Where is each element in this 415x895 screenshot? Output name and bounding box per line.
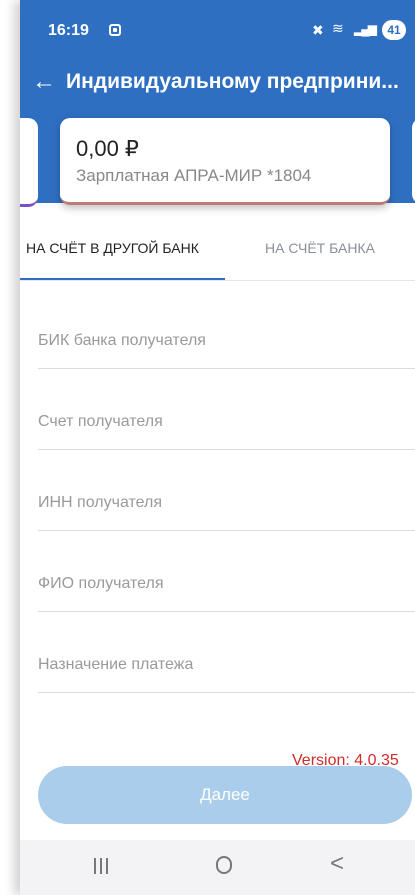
status-bar: 16:19 ✖ ≋ ▂▄▆ 41 <box>20 0 415 56</box>
account-number-field[interactable]: Счет получателя <box>38 401 415 450</box>
bik-field-label: БИК банка получателя <box>38 332 206 349</box>
recent-apps-icon[interactable] <box>94 858 108 874</box>
account-balance: 0,00 ₽ <box>76 136 139 161</box>
recipient-name-field-label: ФИО получателя <box>38 575 164 592</box>
home-icon[interactable] <box>216 856 232 874</box>
next-button[interactable]: Далее <box>38 766 412 824</box>
account-name: Зарплатная АПРА-МИР *1804 <box>76 166 312 185</box>
system-nav-bar: < <box>20 840 415 895</box>
inn-field[interactable]: ИНН получателя <box>38 482 415 531</box>
transfer-tabs: НА СЧЁТ В ДРУГОЙ БАНК НА СЧЁТ БАНКА <box>20 224 415 281</box>
status-time: 16:19 <box>48 22 89 39</box>
page-title: Индивидуальному предприни... <box>66 70 399 93</box>
tab-bank-account[interactable]: НА СЧЁТ БАНКА <box>265 240 375 256</box>
recipient-name-field[interactable]: ФИО получателя <box>38 563 415 612</box>
mute-icon: ✖ <box>312 22 324 38</box>
tab-other-bank[interactable]: НА СЧЁТ В ДРУГОЙ БАНК <box>26 240 199 256</box>
account-number-field-label: Счет получателя <box>38 413 163 430</box>
back-arrow-icon[interactable]: ← <box>32 68 56 96</box>
tab-divider <box>20 280 415 281</box>
account-card[interactable]: 0,00 ₽ Зарплатная АПРА-МИР *1804 <box>60 118 390 205</box>
account-card-previous[interactable] <box>20 118 38 207</box>
app-screen: 16:19 ✖ ≋ ▂▄▆ 41 ← Индивидуальному предп… <box>20 0 415 895</box>
inn-field-label: ИНН получателя <box>38 494 162 511</box>
nav-back-icon[interactable]: < <box>330 850 344 878</box>
signal-icon: ▂▄▆ <box>354 22 377 36</box>
payment-purpose-field-label: Назначение платежа <box>38 656 194 673</box>
payment-purpose-field[interactable]: Назначение платежа <box>38 644 415 693</box>
screen-record-icon <box>109 24 121 36</box>
toolbar: ← Индивидуальному предприни... <box>20 56 415 112</box>
bik-field[interactable]: БИК банка получателя <box>38 320 415 369</box>
battery-icon: 41 <box>382 20 406 40</box>
wifi-icon: ≋ <box>332 20 344 36</box>
